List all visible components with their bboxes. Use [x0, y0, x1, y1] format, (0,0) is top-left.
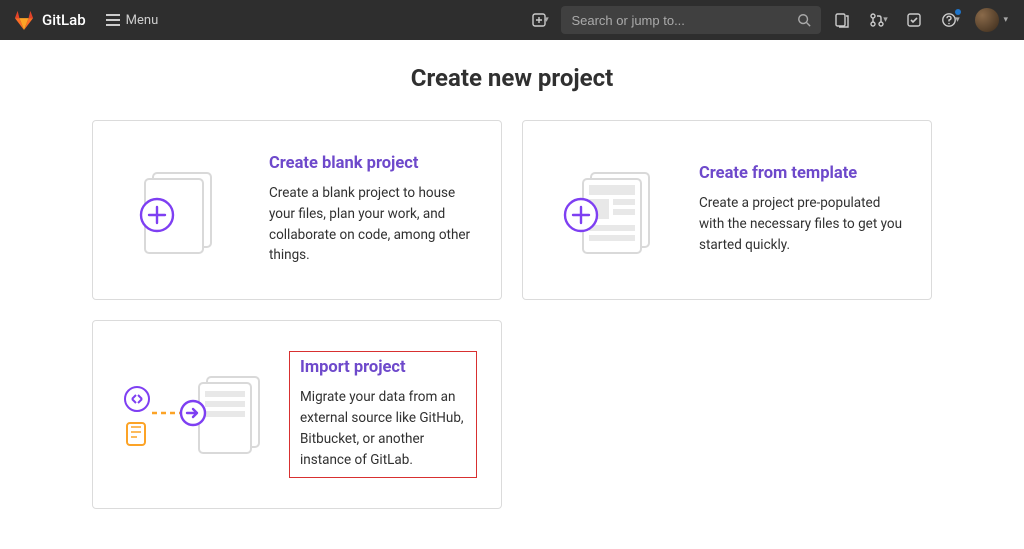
search-icon: [797, 13, 811, 27]
card-title: Create from template: [699, 164, 907, 183]
card-blank-project[interactable]: Create blank project Create a blank proj…: [92, 120, 502, 300]
gitlab-logo-link[interactable]: GitLab: [12, 10, 86, 30]
template-illustration: [547, 165, 677, 255]
help-link[interactable]: ▾: [935, 5, 965, 35]
import-highlight: Import project Migrate your data from an…: [289, 351, 477, 478]
option-grid: Create blank project Create a blank proj…: [72, 120, 952, 509]
search-bar[interactable]: [561, 6, 821, 34]
menu-label: Menu: [126, 13, 159, 28]
chevron-down-icon: ▾: [544, 15, 549, 25]
brand-text: GitLab: [42, 11, 86, 29]
nav-right-group: ▾ ▾: [525, 5, 1012, 35]
card-desc: Create a blank project to house your fil…: [269, 183, 477, 267]
chevron-down-icon: ▾: [1003, 15, 1008, 25]
card-import-project[interactable]: Import project Migrate your data from an…: [92, 320, 502, 509]
issues-link[interactable]: [827, 5, 857, 35]
page-title: Create new project: [0, 64, 1024, 92]
search-input[interactable]: [571, 13, 797, 28]
chevron-down-icon: ▾: [955, 15, 960, 25]
notification-dot: [955, 9, 961, 15]
merge-requests-link[interactable]: ▾: [863, 5, 893, 35]
avatar: [975, 8, 999, 32]
import-illustration: [117, 369, 267, 459]
main-content: Create new project Create blank project …: [0, 40, 1024, 549]
todos-link[interactable]: [899, 5, 929, 35]
hamburger-icon: [106, 14, 120, 26]
card-desc: Create a project pre-populated with the …: [699, 193, 907, 256]
todo-icon: [906, 12, 922, 28]
card-title: Create blank project: [269, 154, 477, 173]
chevron-down-icon: ▾: [883, 15, 888, 25]
nav-left-group: GitLab Menu: [12, 10, 158, 30]
card-title: Import project: [300, 358, 466, 377]
new-dropdown[interactable]: ▾: [525, 5, 555, 35]
issues-icon: [834, 12, 850, 28]
card-from-template[interactable]: Create from template Create a project pr…: [522, 120, 932, 300]
gitlab-logo-icon: [12, 10, 36, 30]
user-menu[interactable]: ▾: [971, 5, 1012, 35]
top-navbar: GitLab Menu ▾: [0, 0, 1024, 40]
card-desc: Migrate your data from an external sourc…: [300, 387, 466, 471]
blank-project-illustration: [117, 165, 247, 255]
menu-toggle[interactable]: Menu: [106, 13, 159, 28]
